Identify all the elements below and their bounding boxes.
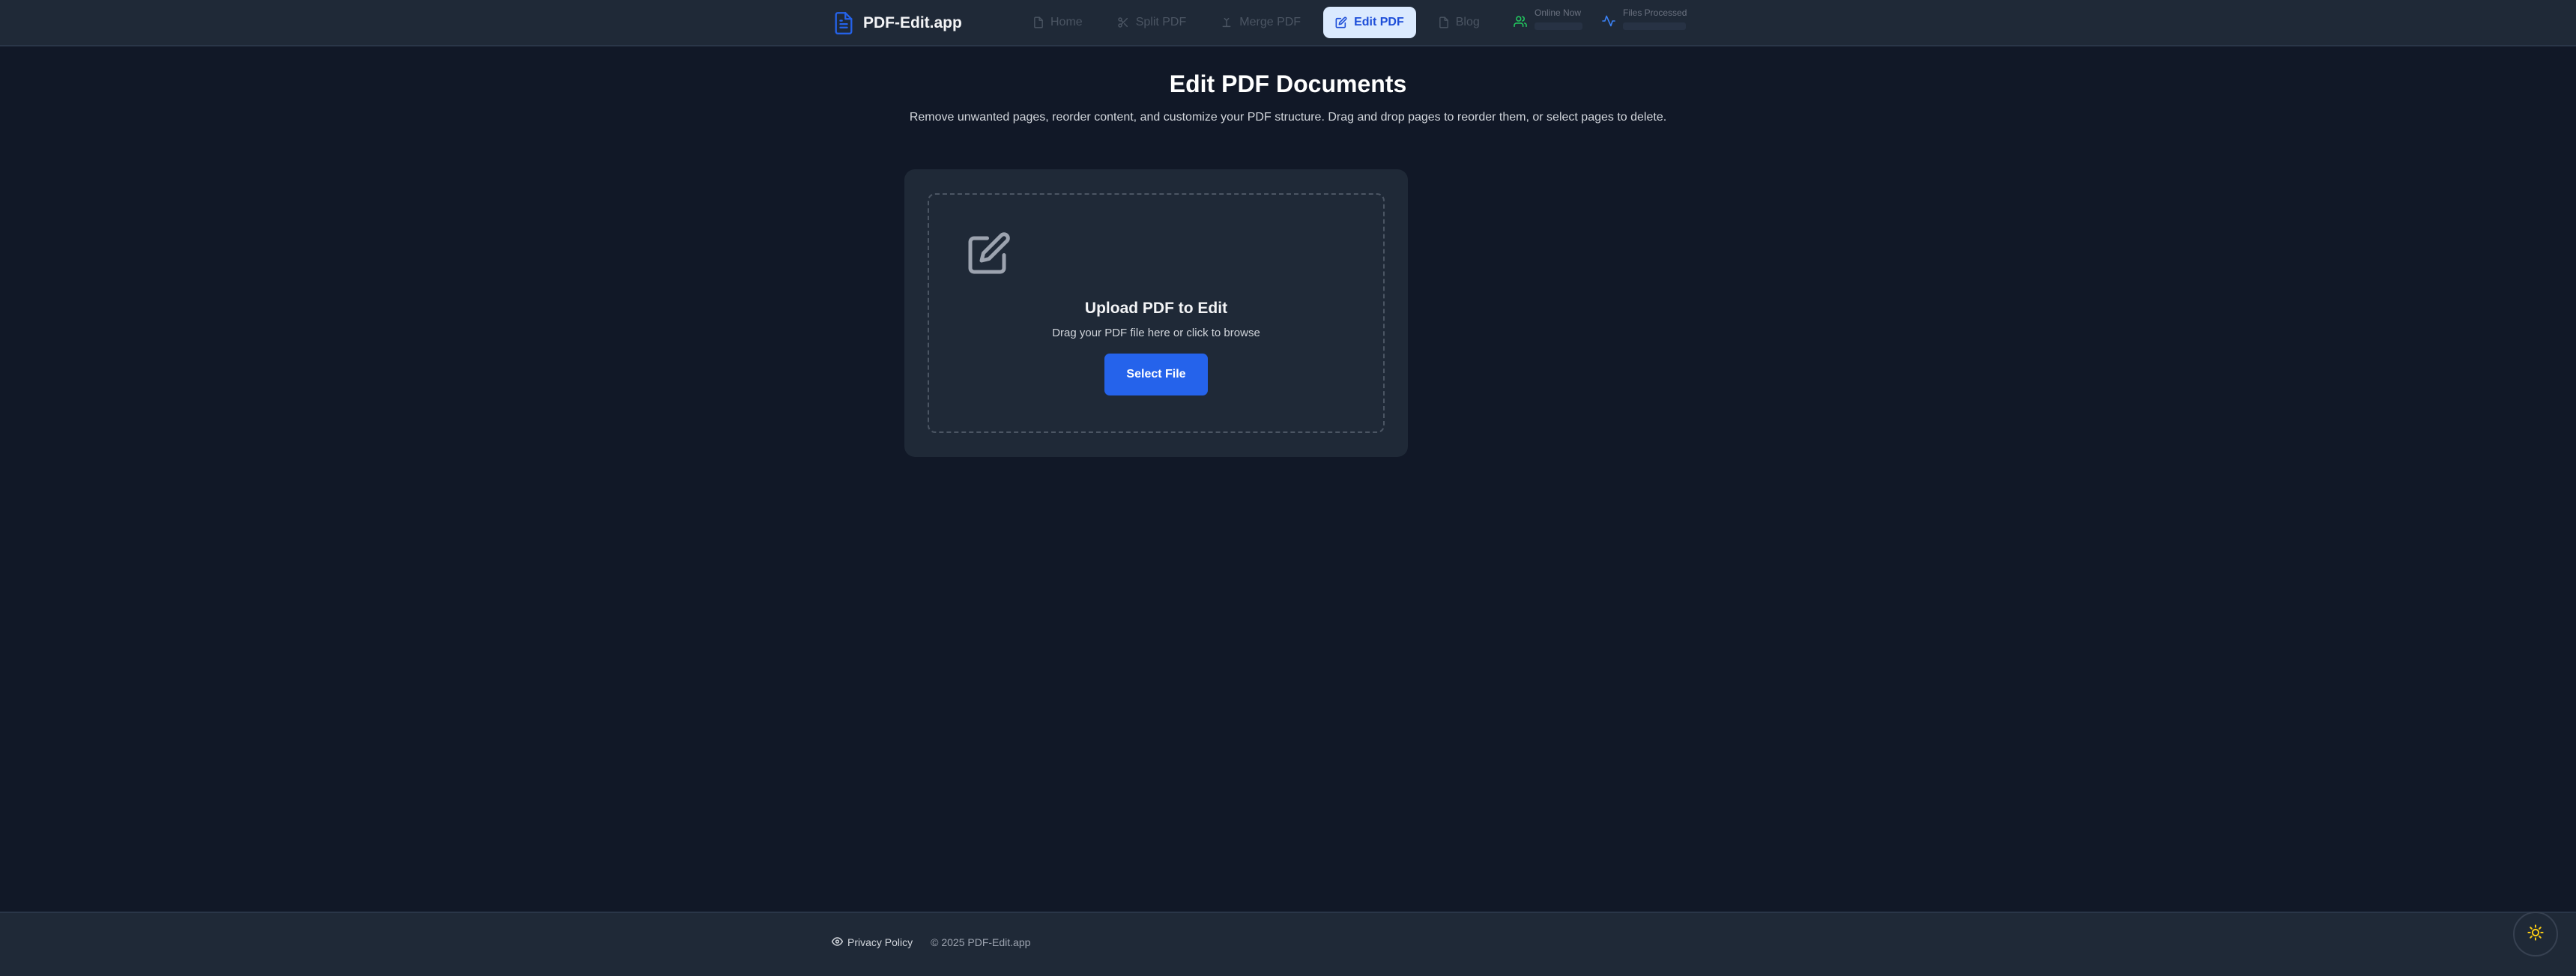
stat-online-now: Online Now [1514,7,1582,37]
nav-split-pdf-label: Split PDF [1135,16,1187,28]
nav-edit-pdf[interactable]: Edit PDF [1323,7,1416,38]
users-icon [1514,15,1527,31]
top-nav-bar: PDF-Edit.app Home Split PDF Merge PDF Ed… [0,0,2576,46]
main-nav: Home Split PDF Merge PDF Edit PDF Blog [1021,7,1492,38]
activity-icon [1602,15,1615,31]
edit-icon [967,231,1012,279]
stat-online-now-value-placeholder [1535,22,1582,30]
upload-dropzone[interactable]: Upload PDF to Edit Drag your PDF file he… [928,193,1385,433]
page-description: Remove unwanted pages, reorder content, … [909,111,1667,124]
live-stats: Online Now Files Processed [1514,7,1687,37]
stat-files-processed-value-placeholder [1623,22,1686,30]
document-icon [1033,16,1044,28]
nav-blog-label: Blog [1455,16,1480,28]
edit-icon [1335,16,1347,28]
nav-home-label: Home [1050,16,1083,28]
eye-icon [831,936,844,948]
nav-edit-pdf-label: Edit PDF [1354,16,1404,28]
privacy-policy-link[interactable]: Privacy Policy [831,936,913,948]
scissors-icon [1117,16,1129,28]
footer: Privacy Policy © 2025 PDF-Edit.app [0,912,2576,976]
upload-card: Upload PDF to Edit Drag your PDF file he… [904,169,1408,457]
document-icon [1439,16,1449,28]
merge-icon [1221,16,1233,28]
nav-blog[interactable]: Blog [1427,7,1492,38]
select-file-button[interactable]: Select File [1104,354,1208,395]
upload-hint: Drag your PDF file here or click to brow… [1052,327,1260,339]
theme-toggle-button[interactable] [2513,912,2558,957]
nav-split-pdf[interactable]: Split PDF [1105,7,1199,38]
stat-files-processed: Files Processed [1602,7,1687,37]
nav-merge-pdf[interactable]: Merge PDF [1209,7,1313,38]
stat-online-now-label: Online Now [1535,7,1582,18]
stat-files-processed-label: Files Processed [1623,7,1687,18]
brand-logo-link[interactable]: PDF-Edit.app [833,9,962,37]
nav-merge-pdf-label: Merge PDF [1239,16,1301,28]
copyright-text: © 2025 PDF-Edit.app [931,936,1031,948]
privacy-policy-label: Privacy Policy [847,936,913,948]
brand-name: PDF-Edit.app [863,14,962,31]
sun-icon [2527,924,2544,945]
page-title: Edit PDF Documents [1169,70,1407,97]
document-icon [833,11,854,35]
upload-title: Upload PDF to Edit [1084,300,1228,317]
nav-home[interactable]: Home [1021,7,1095,38]
